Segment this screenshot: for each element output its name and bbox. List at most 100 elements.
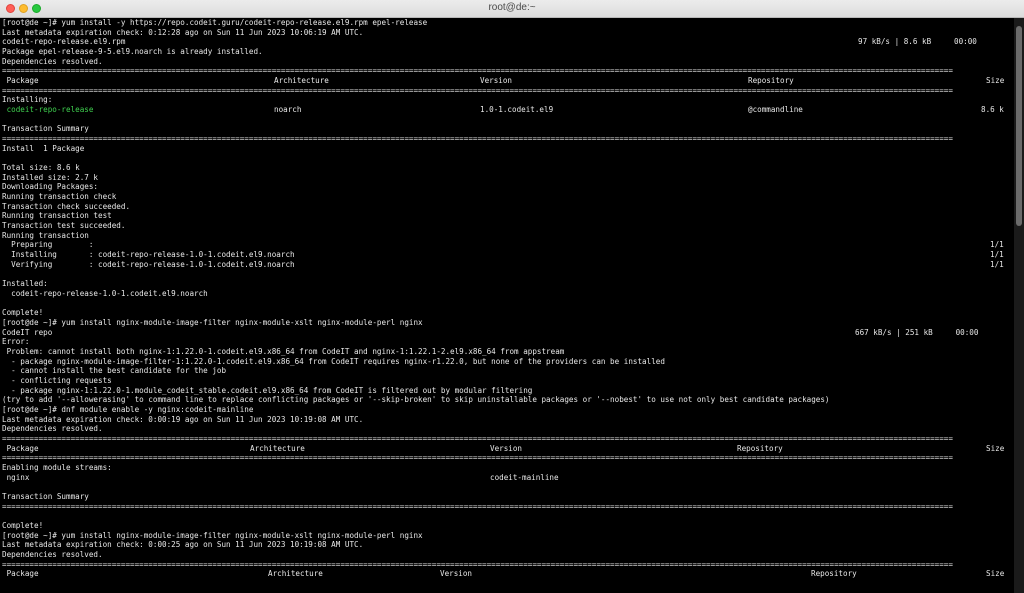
- line-column: 1/1: [990, 259, 1004, 269]
- line-text: Verifying : codeit-repo-release-1.0-1.co…: [2, 259, 295, 269]
- line-text: Problem: cannot install both nginx-1:1.2…: [2, 346, 565, 356]
- line-text: Transaction Summary: [2, 491, 89, 501]
- terminal-line: Preparing : 1/1: [0, 240, 1014, 250]
- line-text: Complete!: [2, 520, 44, 530]
- terminal-line: [root@de ~]# yum install -y https://repo…: [0, 18, 1014, 28]
- terminal-line: - conflicting requests: [0, 376, 1014, 386]
- line-column: Version: [440, 569, 473, 579]
- terminal-line: [root@de ~]# yum install nginx-module-im…: [0, 531, 1014, 541]
- line-text: Transaction Summary: [2, 124, 89, 134]
- terminal-window: root@de:~ [root@de ~]# yum install -y ht…: [0, 0, 1024, 593]
- terminal-line: Package Architecture Version Repository Size: [0, 76, 1014, 86]
- line-text: Transaction test succeeded.: [2, 221, 126, 231]
- terminal-line: codeit-repo-release.el9.rpm 97 kB/s | 8.6…: [0, 37, 1014, 47]
- line-text: ========================================…: [2, 453, 953, 463]
- line-text: Package: [2, 569, 39, 579]
- line-text: Dependencies resolved.: [2, 549, 103, 559]
- terminal-line: nginx codeit-mainline: [0, 473, 1014, 483]
- line-text: Last metadata expiration check: 0:00:25 …: [2, 540, 364, 550]
- line-text: Transaction check succeeded.: [2, 201, 131, 211]
- terminal-line: Package Architecture Version Repository Size: [0, 444, 1014, 454]
- line-text: codeit-repo-release.el9.rpm: [2, 37, 126, 47]
- line-column: codeit-mainline: [490, 472, 559, 482]
- line-column: Architecture: [250, 443, 305, 453]
- line-text: Package epel-release-9-5.el9.noarch is a…: [2, 47, 263, 57]
- terminal-line: ========================================…: [0, 502, 1014, 512]
- terminal-line: - package nginx-module-image-filter-1:1.…: [0, 357, 1014, 367]
- line-text: Install 1 Package: [2, 143, 85, 153]
- terminal-line: Complete!: [0, 521, 1014, 531]
- line-text: ========================================…: [2, 433, 953, 443]
- line-text: - conflicting requests: [2, 375, 112, 385]
- terminal-line: Transaction Summary: [0, 124, 1014, 134]
- line-text: [root@de ~]# yum install nginx-module-im…: [2, 530, 423, 540]
- line-column: Size: [986, 443, 1005, 453]
- terminal-line: Last metadata expiration check: 0:12:28 …: [0, 28, 1014, 38]
- line-text: Running transaction: [2, 230, 89, 240]
- line-text: - package nginx-module-image-filter-1:1.…: [2, 356, 665, 366]
- line-text: codeit-repo-release: [2, 105, 94, 115]
- line-text: Running transaction test: [2, 211, 112, 221]
- line-text: CodeIT repo: [2, 327, 53, 337]
- terminal-line: ========================================…: [0, 434, 1014, 444]
- line-text: ========================================…: [2, 559, 953, 569]
- line-text: Downloading Packages:: [2, 182, 99, 192]
- terminal-line: Running transaction check: [0, 192, 1014, 202]
- line-text: Enabling module streams:: [2, 462, 112, 472]
- terminal-line: Running transaction test: [0, 211, 1014, 221]
- line-column: Repository: [737, 443, 783, 453]
- line-text: Installed:: [2, 279, 48, 289]
- terminal-line: Installing : codeit-repo-release-1.0-1.c…: [0, 250, 1014, 260]
- line-column: Version: [490, 443, 523, 453]
- vertical-scrollbar[interactable]: [1014, 18, 1024, 593]
- line-column: Size: [986, 76, 1005, 86]
- line-text: Installing:: [2, 95, 53, 105]
- scrollbar-thumb[interactable]: [1016, 26, 1022, 226]
- terminal-line: Dependencies resolved.: [0, 550, 1014, 560]
- terminal-line: Package Architecture Version Repository Size: [0, 569, 1014, 579]
- line-text: Installed size: 2.7 k: [2, 172, 99, 182]
- terminal-line: Dependencies resolved.: [0, 424, 1014, 434]
- terminal-output[interactable]: [root@de ~]# yum install -y https://repo…: [0, 18, 1014, 593]
- terminal-line: Enabling module streams:: [0, 463, 1014, 473]
- line-column: 1.0-1.codeit.el9: [480, 105, 554, 115]
- terminal-line: Transaction check succeeded.: [0, 202, 1014, 212]
- line-column: Repository: [748, 76, 794, 86]
- terminal-line: Installing:: [0, 95, 1014, 105]
- terminal-line: ========================================…: [0, 134, 1014, 144]
- line-text: Dependencies resolved.: [2, 424, 103, 434]
- line-text: ========================================…: [2, 85, 953, 95]
- terminal-line: Problem: cannot install both nginx-1:1.2…: [0, 347, 1014, 357]
- terminal-line: ========================================…: [0, 453, 1014, 463]
- line-text: [root@de ~]# yum install -y https://repo…: [2, 18, 428, 27]
- terminal-line: [root@de ~]# yum install nginx-module-im…: [0, 318, 1014, 328]
- line-column: Architecture: [268, 569, 323, 579]
- line-text: (try to add '--allowerasing' to command …: [2, 395, 830, 405]
- line-text: ========================================…: [2, 66, 953, 76]
- terminal-line: Running transaction: [0, 231, 1014, 241]
- terminal-line: Transaction test succeeded.: [0, 221, 1014, 231]
- terminal-line: Error:: [0, 337, 1014, 347]
- line-text: Preparing :: [2, 240, 94, 250]
- line-column: Size: [986, 569, 1005, 579]
- line-text: Error:: [2, 337, 30, 347]
- line-column: @commandline: [748, 105, 803, 115]
- line-column: 667 kB/s | 251 kB 00:00: [855, 327, 979, 337]
- terminal-line: Last metadata expiration check: 0:00:19 …: [0, 415, 1014, 425]
- terminal-line: Transaction Summary: [0, 492, 1014, 502]
- line-text: ========================================…: [2, 134, 953, 144]
- line-text: Last metadata expiration check: 0:00:19 …: [2, 414, 364, 424]
- line-text: nginx: [2, 472, 30, 482]
- line-text: Total size: 8.6 k: [2, 163, 80, 173]
- line-text: [root@de ~]# yum install nginx-module-im…: [2, 317, 423, 327]
- title-bar[interactable]: root@de:~: [0, 0, 1024, 18]
- terminal-line: Last metadata expiration check: 0:00:25 …: [0, 540, 1014, 550]
- line-text: Package: [2, 76, 39, 86]
- line-column: 8.6 k: [981, 105, 1004, 115]
- terminal-line: codeit-repo-release-1.0-1.codeit.el9.noa…: [0, 289, 1014, 299]
- line-text: Running transaction check: [2, 192, 117, 202]
